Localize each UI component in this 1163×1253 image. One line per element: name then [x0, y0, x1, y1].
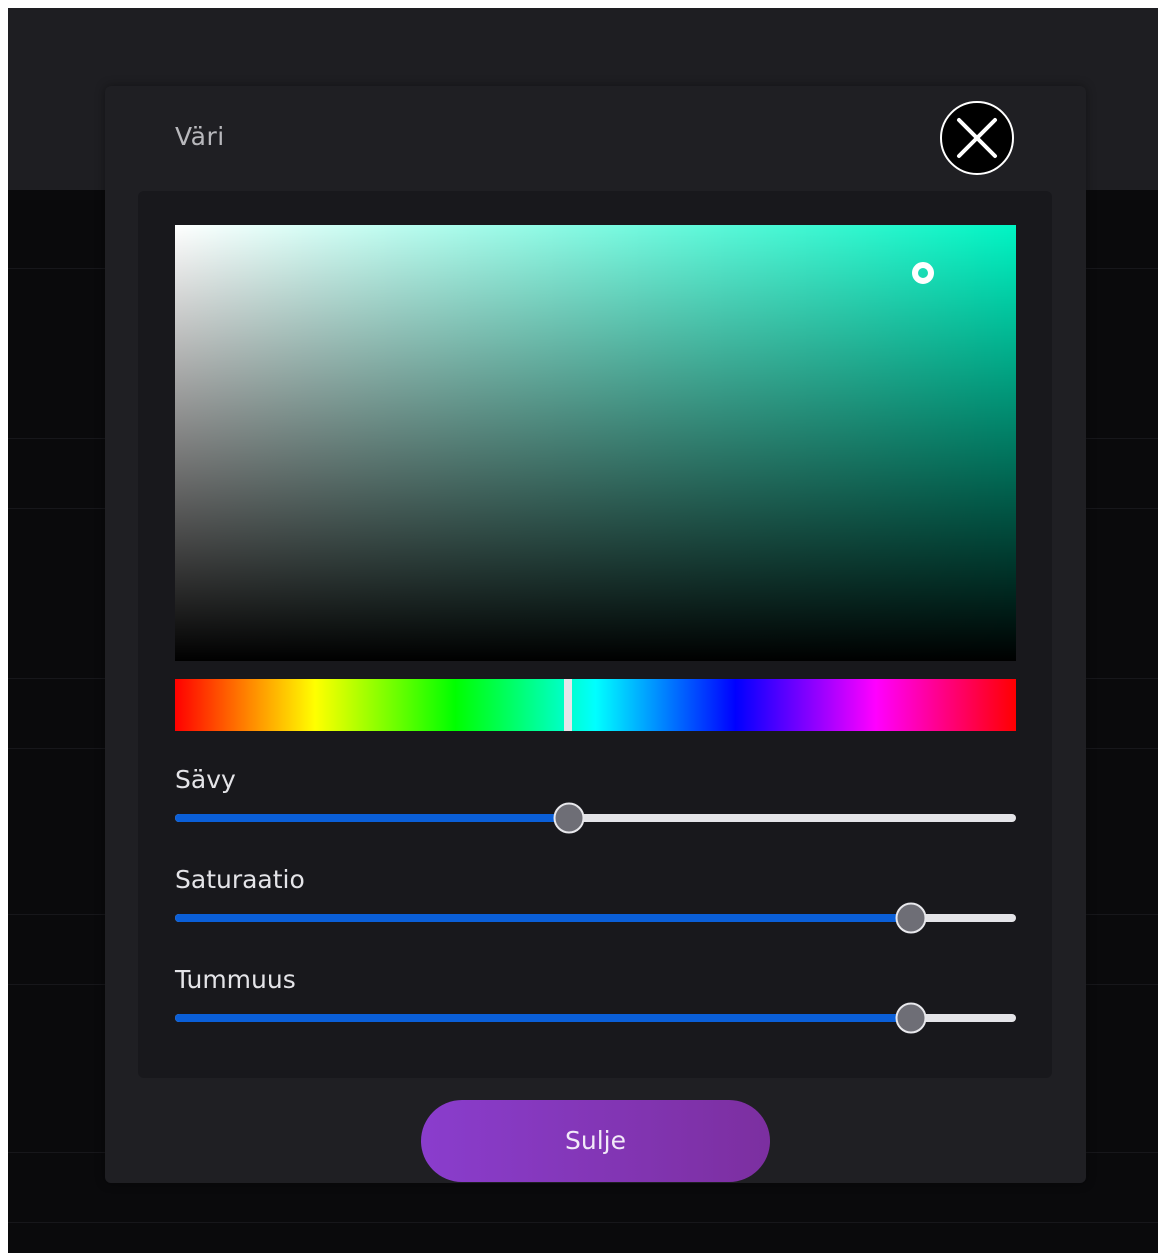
background-row-divider — [8, 1222, 1158, 1223]
app-screen: Väri Sävy Saturaatio Tummuus Sulje — [8, 8, 1158, 1253]
hue-bar[interactable] — [175, 679, 1016, 731]
slider-label-hue: Sävy — [175, 765, 236, 794]
saturation-value-area[interactable] — [175, 225, 1016, 661]
slider-fill-saturation — [175, 914, 911, 922]
slider-thumb-hue[interactable] — [553, 802, 585, 834]
color-dialog: Väri Sävy Saturaatio Tummuus Sulje — [105, 86, 1086, 1183]
slider-track-darkness[interactable] — [175, 1014, 1016, 1022]
saturation-value-handle[interactable] — [912, 261, 935, 284]
slider-darkness: Tummuus — [175, 965, 1016, 1035]
close-button[interactable]: Sulje — [421, 1100, 770, 1182]
slider-track-saturation[interactable] — [175, 914, 1016, 922]
slider-hue: Sävy — [175, 765, 1016, 835]
slider-fill-darkness — [175, 1014, 911, 1022]
slider-thumb-saturation[interactable] — [895, 902, 927, 934]
color-picker-panel: Sävy Saturaatio Tummuus — [138, 191, 1052, 1078]
dialog-title: Väri — [175, 122, 225, 151]
slider-saturation: Saturaatio — [175, 865, 1016, 935]
slider-label-saturation: Saturaatio — [175, 865, 305, 894]
slider-fill-hue — [175, 814, 569, 822]
hue-marker[interactable] — [563, 679, 572, 731]
slider-label-darkness: Tummuus — [175, 965, 296, 994]
slider-track-hue[interactable] — [175, 814, 1016, 822]
close-dialog-button[interactable] — [940, 101, 1014, 175]
close-icon — [957, 118, 997, 158]
slider-thumb-darkness[interactable] — [895, 1002, 927, 1034]
